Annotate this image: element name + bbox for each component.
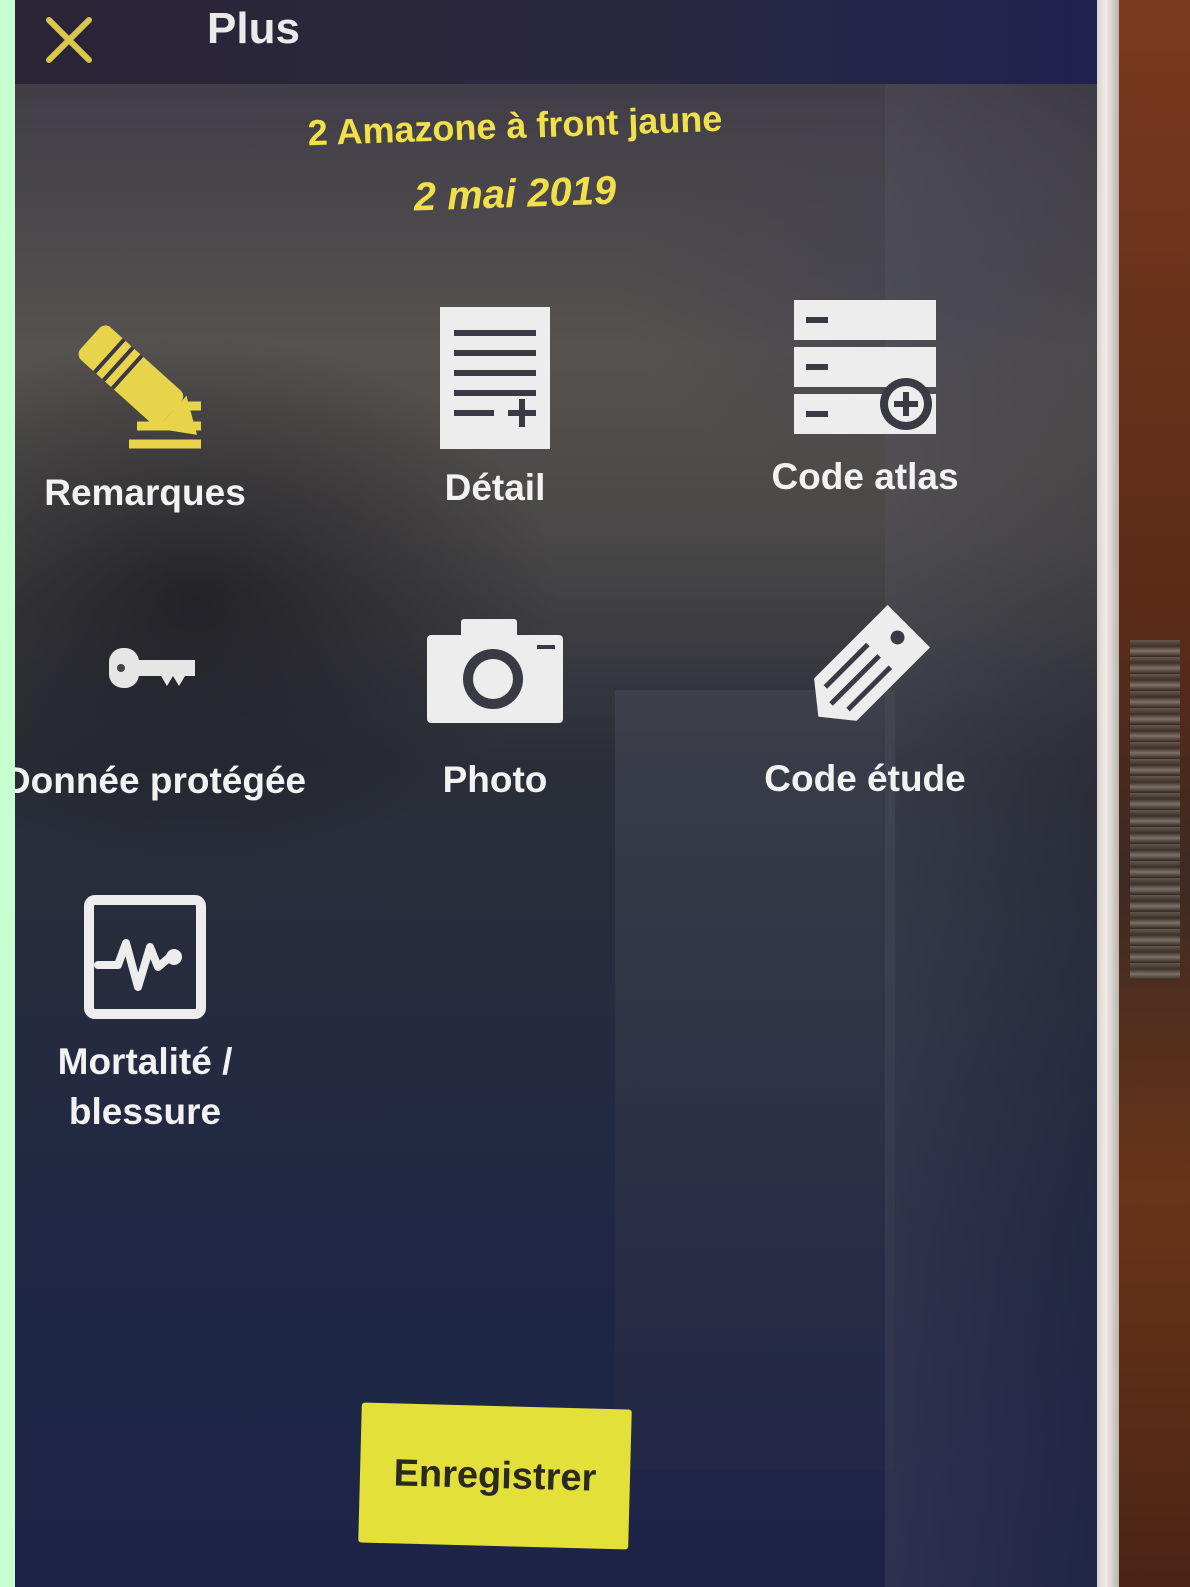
remarks-label: Remarques <box>44 472 246 513</box>
photo-label: Photo <box>442 759 548 800</box>
species-heading: 2 Amazone à front jaune <box>307 97 723 154</box>
code-atlas-button[interactable]: Code atlas <box>750 298 980 502</box>
pencil-notes-icon <box>78 325 201 449</box>
app-screen: Plus 2 Amazone à front jaune 2 mai 2019 … <box>15 0 1115 1587</box>
code-etude-label: Code étude <box>764 758 966 799</box>
key-icon <box>109 648 195 688</box>
mortality-injury-button[interactable]: Mortalité / blessure <box>35 895 255 1137</box>
remarks-button[interactable]: Remarques <box>30 318 260 518</box>
mortality-label-line2: blessure <box>68 1091 222 1132</box>
background-strip <box>0 0 15 1587</box>
mortality-label-line1: Mortalité / <box>57 1041 233 1082</box>
protected-data-button[interactable]: Donnée protégée <box>15 640 315 806</box>
list-add-icon <box>794 300 936 434</box>
photo-button[interactable]: Photo <box>395 617 595 805</box>
heartbeat-icon <box>84 895 206 1019</box>
code-etude-button[interactable]: Code étude <box>750 600 980 804</box>
code-atlas-label: Code atlas <box>771 456 959 497</box>
document-add-icon <box>440 307 550 449</box>
device-bezel <box>1097 0 1119 1587</box>
observation-date: 2 mai 2019 <box>413 168 617 220</box>
detail-button[interactable]: Détail <box>395 305 595 513</box>
close-icon[interactable] <box>43 14 95 66</box>
page-title: Plus <box>207 4 300 53</box>
camera-icon <box>427 619 563 723</box>
detail-label: Détail <box>444 467 546 508</box>
tag-icon <box>814 604 931 721</box>
desk-texture <box>1130 640 1180 980</box>
protected-data-label: Donnée protégée <box>15 760 307 801</box>
save-button[interactable]: Enregistrer <box>358 1402 632 1550</box>
top-bar <box>15 0 1115 84</box>
